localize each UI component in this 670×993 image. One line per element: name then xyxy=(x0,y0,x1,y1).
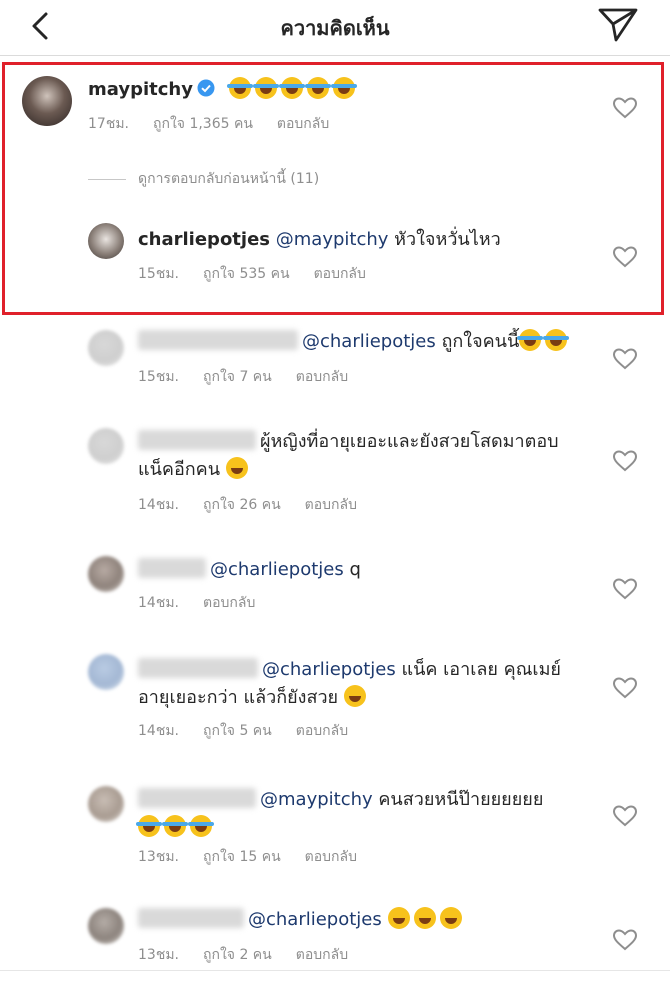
comment-text: ผู้หญิงที่อายุเยอะและยังสวยโสดมาตอบ xyxy=(260,431,559,452)
reply-button[interactable]: ตอบกลับ xyxy=(305,849,357,865)
heart-icon[interactable] xyxy=(612,449,638,473)
joy-emoji-icon xyxy=(304,77,331,99)
rofl-emoji-icon xyxy=(439,907,462,929)
comment-meta: 17ชม. ถูกใจ 1,365 คน ตอบกลับ xyxy=(88,113,353,135)
reply-button[interactable]: ตอบกลับ xyxy=(277,116,329,132)
like-count[interactable]: ถูกใจ 5 คน xyxy=(203,723,272,739)
blurred-username xyxy=(138,330,298,350)
divider xyxy=(88,178,126,180)
verified-badge-icon xyxy=(197,79,215,97)
joy-emoji-icon xyxy=(188,815,214,837)
comment-text: คนสวยหนีป๊ายยยยยย xyxy=(372,789,544,810)
comment-time: 15ชม. xyxy=(138,266,179,282)
avatar[interactable] xyxy=(88,654,124,690)
joy-emoji-icon xyxy=(517,329,544,351)
reply-button[interactable]: ตอบกลับ xyxy=(296,947,348,963)
mention-link[interactable]: @charliepotjes xyxy=(210,559,344,580)
comment-time: 14ชม. xyxy=(138,723,179,739)
like-count[interactable]: ถูกใจ 535 คน xyxy=(203,266,290,282)
joy-emoji-icon xyxy=(278,77,305,99)
heart-eyes-emoji-icon xyxy=(225,457,248,479)
joy-emoji-icon xyxy=(252,77,279,99)
avatar[interactable] xyxy=(88,556,124,592)
heart-icon[interactable] xyxy=(612,676,638,700)
avatar[interactable] xyxy=(88,786,124,822)
heart-icon[interactable] xyxy=(612,245,638,269)
blurred-username xyxy=(138,908,244,928)
username[interactable]: charliepotjes xyxy=(138,229,270,250)
comment-text: ถูกใจคนนี้ xyxy=(435,331,520,352)
emoji-group xyxy=(226,77,359,100)
heart-icon[interactable] xyxy=(612,577,638,601)
comment-text: q xyxy=(343,559,361,580)
username[interactable]: maypitchy xyxy=(88,79,193,100)
joy-emoji-icon xyxy=(136,815,162,837)
avatar[interactable] xyxy=(88,908,124,944)
comment-meta: 13ชม. ถูกใจ 15 คน ตอบกลับ xyxy=(138,846,381,868)
comment-text-line2: แน็คอีกคน xyxy=(138,459,221,480)
rofl-emoji-icon xyxy=(413,907,436,929)
blurred-username xyxy=(138,430,256,450)
heart-icon[interactable] xyxy=(612,347,638,371)
comment-meta: 13ชม. ถูกใจ 2 คน ตอบกลับ xyxy=(138,944,372,966)
comment-text-line2: อายุเยอะกว่า แล้วก็ยังสวย xyxy=(138,687,339,708)
joy-emoji-icon xyxy=(330,77,357,99)
reply-button[interactable]: ตอบกลับ xyxy=(314,266,366,282)
reply-button[interactable]: ตอบกลับ xyxy=(296,369,348,385)
joy-emoji-icon xyxy=(543,329,570,351)
comment-meta: 15ชม. ถูกใจ 535 คน ตอบกลับ xyxy=(138,263,390,285)
mention-link[interactable]: @charliepotjes xyxy=(248,909,382,930)
avatar[interactable] xyxy=(88,330,124,366)
send-icon[interactable] xyxy=(596,4,640,44)
comment-text: หัวใจหวั่นไหว xyxy=(388,229,501,250)
heart-icon[interactable] xyxy=(612,928,638,952)
avatar[interactable] xyxy=(22,76,72,126)
comment-time: 15ชม. xyxy=(138,369,179,385)
like-count[interactable]: ถูกใจ 7 คน xyxy=(203,369,272,385)
divider xyxy=(0,970,670,971)
comment-time: 13ชม. xyxy=(138,849,179,865)
reply-button[interactable]: ตอบกลับ xyxy=(203,595,255,611)
comment-meta: 14ชม. ตอบกลับ xyxy=(138,592,279,614)
like-count[interactable]: ถูกใจ 2 คน xyxy=(203,947,272,963)
heart-icon[interactable] xyxy=(612,96,638,120)
joy-emoji-icon xyxy=(162,815,188,837)
reply-button[interactable]: ตอบกลับ xyxy=(305,497,357,513)
like-count[interactable]: ถูกใจ 1,365 คน xyxy=(153,116,253,132)
comment-meta: 14ชม. ถูกใจ 5 คน ตอบกลับ xyxy=(138,720,372,742)
comment-meta: 15ชม. ถูกใจ 7 คน ตอบกลับ xyxy=(138,366,372,388)
rofl-emoji-icon xyxy=(387,907,410,929)
comment-text: แน็ค เอาเลย คุณเมย์ xyxy=(395,659,561,680)
comment-time: 14ชม. xyxy=(138,497,179,513)
blurred-username xyxy=(138,788,256,808)
blurred-username xyxy=(138,558,206,578)
like-count[interactable]: ถูกใจ 15 คน xyxy=(203,849,281,865)
grin-emoji-icon xyxy=(343,685,366,707)
heart-icon[interactable] xyxy=(612,804,638,828)
joy-emoji-icon xyxy=(226,77,253,99)
avatar[interactable] xyxy=(88,223,124,259)
comment-meta: 14ชม. ถูกใจ 26 คน ตอบกลับ xyxy=(138,494,381,516)
reply-button[interactable]: ตอบกลับ xyxy=(296,723,348,739)
mention-link[interactable]: @charliepotjes xyxy=(302,331,436,352)
view-previous-replies[interactable]: ดูการตอบกลับก่อนหน้านี้ (11) xyxy=(88,168,319,190)
avatar[interactable] xyxy=(88,428,124,464)
mention-link[interactable]: @charliepotjes xyxy=(262,659,396,680)
blurred-username xyxy=(138,658,258,678)
comment-time: 14ชม. xyxy=(138,595,179,611)
mention-link[interactable]: @maypitchy xyxy=(276,229,389,250)
like-count[interactable]: ถูกใจ 26 คน xyxy=(203,497,281,513)
mention-link[interactable]: @maypitchy xyxy=(260,789,373,810)
page-title: ความคิดเห็น xyxy=(280,16,390,40)
comment-time: 13ชม. xyxy=(138,947,179,963)
view-previous-label[interactable]: ดูการตอบกลับก่อนหน้านี้ (11) xyxy=(138,171,319,187)
comment-time: 17ชม. xyxy=(88,116,129,132)
top-bar: ความคิดเห็น xyxy=(0,0,670,56)
